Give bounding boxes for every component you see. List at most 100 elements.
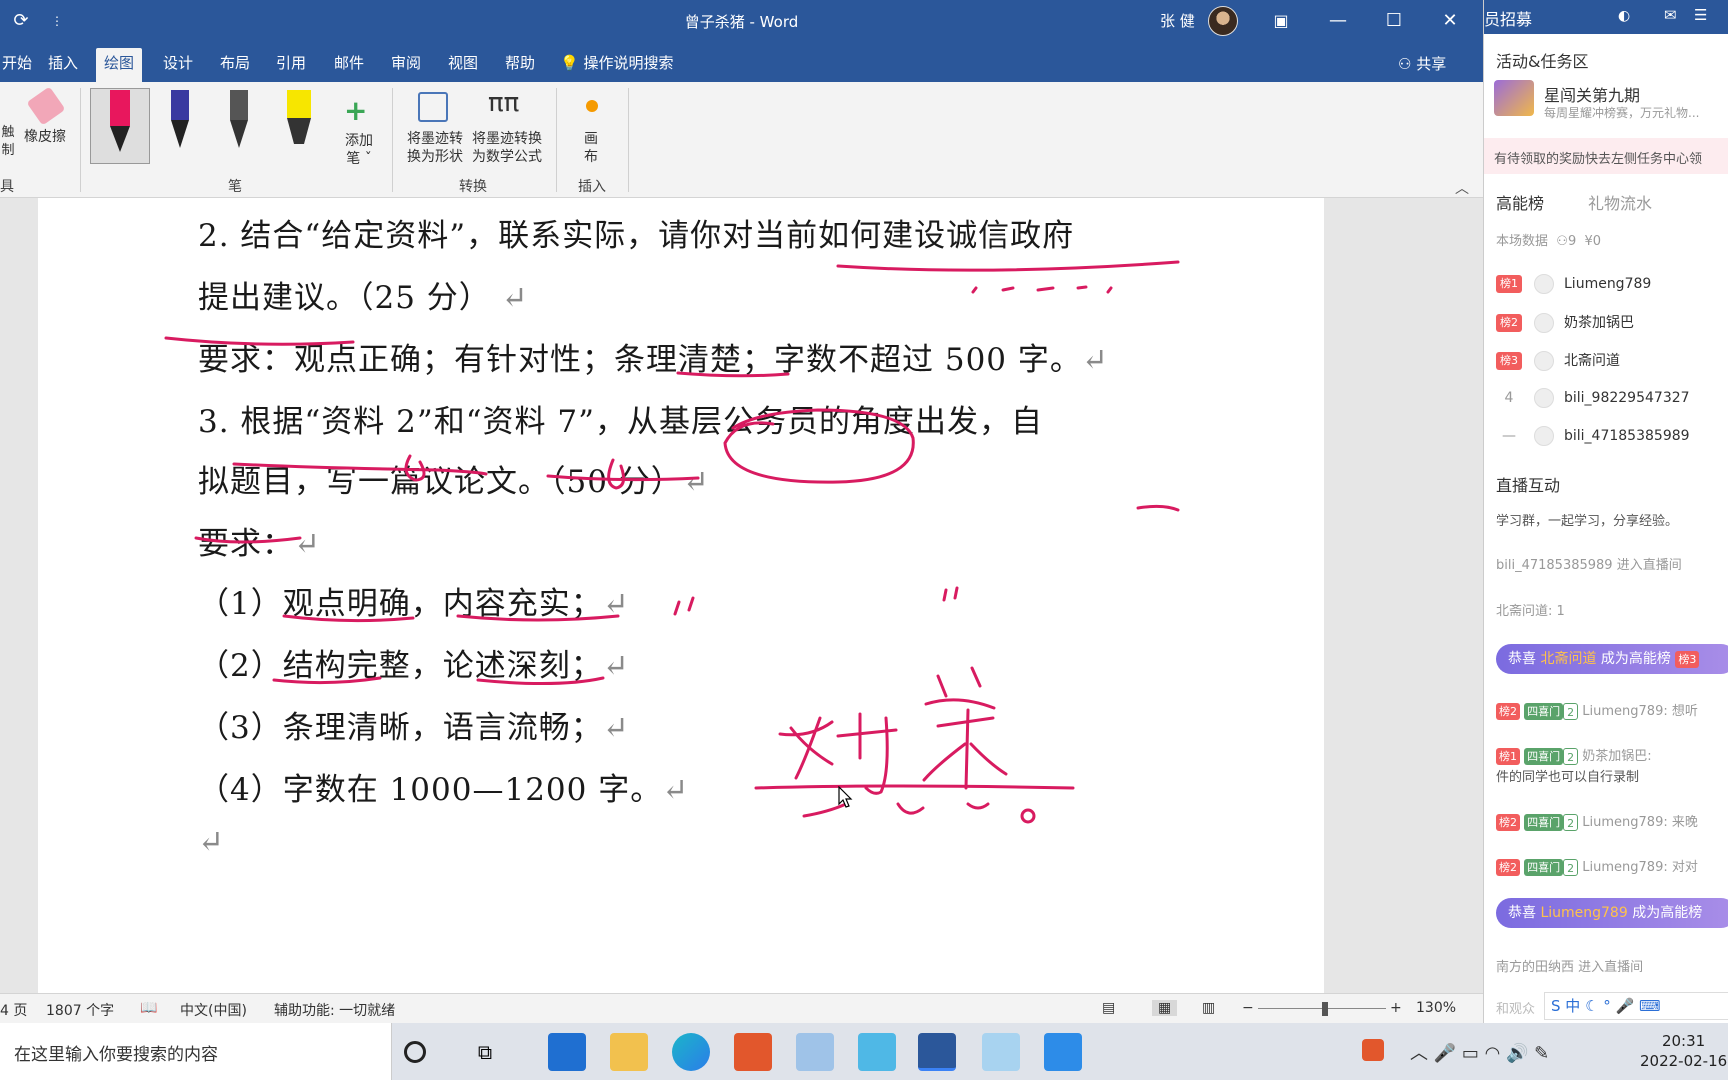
add-pen-icon[interactable]: + [344, 94, 367, 127]
tab-home[interactable]: 开始 [0, 48, 40, 82]
tab-view[interactable]: 视图 [440, 48, 486, 82]
print-layout-icon[interactable]: ▦ [1152, 1000, 1178, 1016]
mail-icon[interactable]: ✉ [1664, 6, 1677, 24]
word-count[interactable]: 1807 个字 [46, 1000, 114, 1020]
group-convert: 转换 [459, 179, 487, 195]
edge-icon[interactable] [672, 1033, 710, 1071]
sogou-tray-icon[interactable] [1362, 1039, 1384, 1061]
congrats-banner: 恭喜 北斋问道 成为高能榜 榜3 [1496, 644, 1728, 674]
tab-references[interactable]: 引用 [268, 48, 314, 82]
rank-row[interactable]: 榜1 Liumeng789 [1496, 274, 1651, 298]
app-icon[interactable] [796, 1033, 834, 1071]
avatar [1534, 351, 1554, 371]
cortana-icon[interactable] [404, 1041, 426, 1063]
highlighter-icon[interactable] [282, 88, 316, 158]
web-layout-icon[interactable]: ▥ [1202, 1000, 1215, 1016]
viewers-icon: ⚇ [1556, 234, 1568, 249]
share-label: 共享 [1416, 55, 1447, 73]
maximize-icon[interactable]: ☐ [1381, 8, 1407, 34]
rank-row[interactable]: 榜3 北斋问道 [1496, 350, 1620, 374]
word-taskbar-icon[interactable] [918, 1033, 956, 1071]
mail-app-icon[interactable] [548, 1033, 586, 1071]
avatar[interactable] [1208, 6, 1238, 36]
tab-draw[interactable]: 绘图 [96, 48, 143, 82]
stats-row: 本场数据 ⚇9 ¥0 [1496, 234, 1602, 249]
gift-tab[interactable]: 礼物流水 [1588, 190, 1652, 214]
eraser-icon[interactable] [26, 86, 66, 126]
read-mode-icon[interactable]: ▤ [1102, 1000, 1115, 1016]
chat-message: 榜2 四喜门 2 Liumeng789: 来晚 [1496, 811, 1728, 831]
zoom-out-icon[interactable]: − [1242, 1000, 1254, 1016]
ime-toolbar[interactable]: S 中 ☾ ° 🎤 ⌨ [1544, 992, 1728, 1020]
chat-message: 榜2 四喜门 2 Liumeng789: 对对 [1496, 856, 1728, 876]
avatar [1534, 426, 1554, 446]
ribbon-display-icon[interactable]: ▣ [1268, 8, 1294, 34]
file-explorer-icon[interactable] [610, 1033, 648, 1071]
tell-me-search[interactable]: 💡 操作说明搜索 [560, 52, 673, 73]
language[interactable]: 中文(中国) [180, 1000, 247, 1020]
group-tools: 具 [0, 179, 14, 195]
pen-pink-icon[interactable] [103, 88, 137, 158]
interact-section-title: 直播互动 [1496, 476, 1561, 495]
separator [556, 88, 557, 192]
rank-row[interactable]: 4 bili_98229547327 [1496, 388, 1690, 412]
office-icon[interactable] [734, 1033, 772, 1071]
bilibili-icon[interactable] [858, 1033, 896, 1071]
tab-layout[interactable]: 布局 [212, 48, 258, 82]
chat-message: 北斋问道: 1 [1496, 604, 1565, 619]
tab-review[interactable]: 审阅 [383, 48, 429, 82]
zoom-in-icon[interactable]: + [1390, 1000, 1402, 1016]
zoom-slider-thumb[interactable] [1322, 1002, 1328, 1016]
proofing-icon[interactable]: 📖 [140, 1000, 157, 1016]
tab-design[interactable]: 设计 [155, 48, 201, 82]
separator [392, 88, 393, 192]
clock[interactable]: 20:31 2022-02-16 [1640, 1031, 1727, 1071]
canvas-icon[interactable] [586, 100, 598, 112]
live-app-icon[interactable] [982, 1033, 1020, 1071]
chat-message: 榜1 四喜门 2 奶茶加锅巴: [1496, 745, 1728, 765]
user-name[interactable]: 张 健 [1160, 10, 1195, 31]
taskbar-search[interactable]: 在这里输入你要搜索的内容 [0, 1023, 392, 1080]
search-placeholder: 在这里输入你要搜索的内容 [14, 1045, 218, 1065]
touch-draw-button[interactable]: 触 制 [0, 124, 16, 160]
activity-banner-image[interactable] [1494, 80, 1534, 116]
avatar [1534, 313, 1554, 333]
pencil-icon[interactable] [222, 88, 256, 158]
live-top-title[interactable]: 员招募 [1484, 6, 1532, 30]
ink-to-math-icon[interactable]: ππ [488, 88, 519, 118]
mouse-cursor-icon [838, 786, 853, 808]
activity-title[interactable]: 星闯关第九期 [1544, 82, 1640, 106]
rank-row[interactable]: — bili_47185385989 [1496, 426, 1690, 450]
share-button[interactable]: ⚇ 共享 [1398, 53, 1446, 74]
ink-annotations [164, 260, 1180, 824]
reward-notice[interactable]: 有待领取的奖励快去左侧任务中心领 [1494, 148, 1702, 167]
word-window: ⟳ ⋮ 曾子杀猪 - Word 张 健 ▣ — ☐ ✕ 开始 插入 绘图 设计 … [0, 0, 1483, 1023]
document-canvas: 2. 结合“给定资料”，联系实际，请你对当前如何建设诚信政府 提出建议。（25 … [0, 198, 1483, 993]
ink-to-math-label: 将墨迹转换 为数学公式 [472, 131, 542, 165]
zoom-level[interactable]: 130% [1416, 1000, 1456, 1016]
photos-icon[interactable] [1044, 1033, 1082, 1071]
ribbon: 触 制 橡皮擦 + 添加 笔 ˇ 将墨迹转 换为形状 ππ 将墨迹转换 为数学公… [0, 82, 1483, 198]
congrats-banner: 恭喜 Liumeng789 成为高能榜 [1496, 898, 1728, 928]
task-view-icon[interactable]: ⧉ [466, 1033, 504, 1071]
tab-mailings[interactable]: 邮件 [326, 48, 372, 82]
document-page[interactable]: 2. 结合“给定资料”，联系实际，请你对当前如何建设诚信政府 提出建议。（25 … [38, 198, 1324, 993]
tab-help[interactable]: 帮助 [497, 48, 543, 82]
page-count[interactable]: 4 页 [0, 1000, 27, 1020]
chat-message: 榜2 四喜门 2 Liumeng789: 想听 [1496, 700, 1728, 720]
tab-insert[interactable]: 插入 [40, 48, 86, 82]
system-tray[interactable]: ︿ 🎤 ▭ ◠ 🔊 ✎ [1410, 1039, 1549, 1065]
title-bar: ⟳ ⋮ 曾子杀猪 - Word 张 健 ▣ — ☐ ✕ [0, 0, 1483, 42]
avatar-icon[interactable]: ◐ [1618, 8, 1630, 24]
close-icon[interactable]: ✕ [1437, 8, 1463, 34]
minimize-icon[interactable]: — [1325, 8, 1351, 34]
status-bar: 4 页 1807 个字 📖 中文(中国) 辅助功能: 一切就绪 ▤ ▦ ▥ − … [0, 993, 1483, 1023]
rank-row[interactable]: 榜2 奶茶加锅巴 [1496, 312, 1634, 336]
ink-to-shape-icon[interactable] [418, 92, 448, 122]
collapse-ribbon-icon[interactable]: ︿ [1455, 178, 1469, 198]
accessibility-status[interactable]: 辅助功能: 一切就绪 [274, 1000, 395, 1020]
group-pens: 笔 [228, 179, 242, 195]
pen-galaxy-icon[interactable] [163, 88, 197, 158]
rank-tab[interactable]: 高能榜 [1496, 190, 1544, 214]
menu-icon[interactable]: ☰ [1694, 6, 1707, 24]
